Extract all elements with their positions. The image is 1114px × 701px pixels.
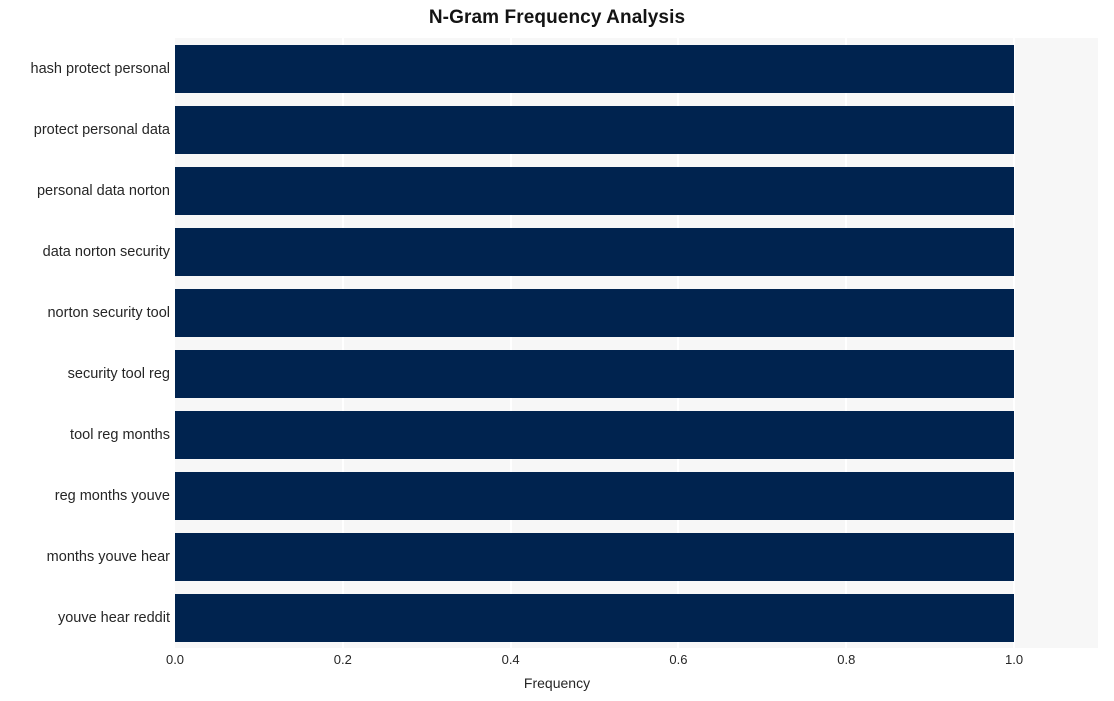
x-axis-title: Frequency	[523, 675, 591, 691]
bar	[175, 349, 1015, 398]
y-tick-label: youve hear reddit	[57, 609, 170, 626]
x-tick-label: 0.8	[837, 652, 856, 667]
chart-figure: N-Gram Frequency Analysis hash protect p…	[0, 0, 1114, 701]
plot-area	[175, 38, 1098, 648]
bar	[175, 105, 1015, 154]
bar	[175, 532, 1015, 581]
bar	[175, 410, 1015, 459]
bars-group	[175, 38, 1098, 648]
y-axis-tick-labels: hash protect personal protect personal da…	[0, 38, 170, 648]
y-tick-label: months youve hear	[46, 548, 170, 565]
bar	[175, 227, 1015, 276]
x-tick-label: 1.0	[1005, 652, 1024, 667]
chart-title: N-Gram Frequency Analysis	[428, 7, 686, 28]
bar	[175, 44, 1015, 93]
bar	[175, 166, 1015, 215]
y-tick-label: data norton security	[42, 243, 170, 260]
y-tick-label: personal data norton	[36, 182, 170, 199]
bar	[175, 288, 1015, 337]
x-tick-label: 0.0	[165, 652, 185, 667]
y-tick-label: reg months youve	[54, 487, 170, 504]
bar	[175, 471, 1015, 520]
y-tick-label: tool reg months	[70, 426, 170, 443]
y-tick-label: protect personal data	[33, 121, 170, 138]
x-tick-label: 0.4	[501, 652, 520, 667]
y-tick-label: security tool reg	[67, 365, 170, 382]
y-tick-label: hash protect personal	[30, 60, 170, 77]
x-tick-label: 0.2	[333, 652, 352, 667]
x-axis-tick-labels: 0.0 0.2 0.4 0.6 0.8 1.0	[0, 652, 1114, 672]
bar	[175, 593, 1015, 642]
y-tick-label: norton security tool	[47, 304, 170, 321]
x-tick-label: 0.6	[669, 652, 688, 667]
